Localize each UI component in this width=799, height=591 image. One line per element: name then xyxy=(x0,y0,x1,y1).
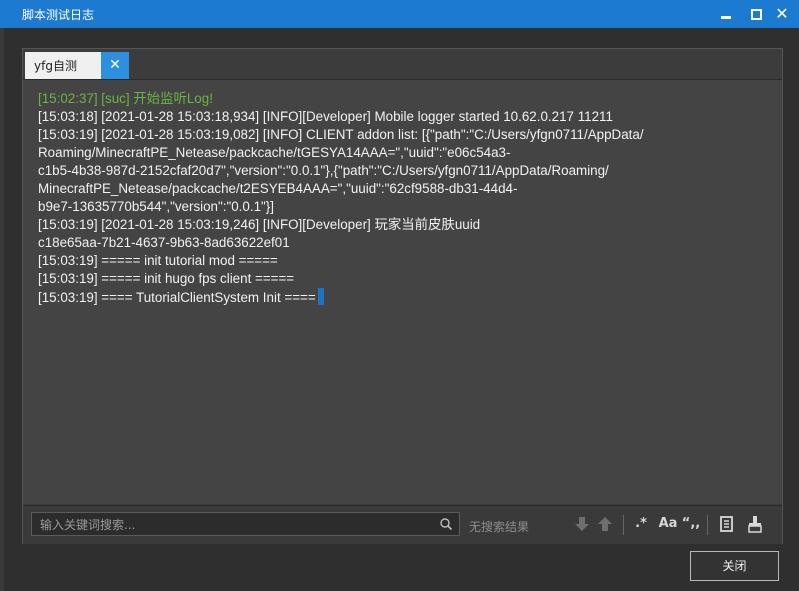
maximize-icon[interactable] xyxy=(746,4,766,24)
log-line: [15:03:19] ===== init hugo fps client ==… xyxy=(38,271,295,286)
toolbar-divider xyxy=(707,515,708,535)
close-icon[interactable]: ✕ xyxy=(772,4,792,24)
log-line: [15:02:37] [suc] 开始监听Log! xyxy=(38,91,213,106)
log-line-text: [15:03:19] ==== TutorialClientSystem Ini… xyxy=(38,290,316,305)
text-cursor xyxy=(317,288,324,305)
log-line: Roaming/MinecraftPE_Netease/packcache/tG… xyxy=(38,145,511,160)
toolbar-divider xyxy=(623,515,624,535)
arrow-down-icon[interactable] xyxy=(572,514,592,534)
log-line: [15:03:18] [2021-01-28 15:03:18,934] [IN… xyxy=(38,109,613,124)
arrow-up-icon[interactable] xyxy=(595,514,615,534)
search-icon[interactable] xyxy=(439,517,453,531)
tab-close-icon[interactable]: ✕ xyxy=(101,52,129,79)
minimize-icon[interactable] xyxy=(716,4,736,24)
title-bar: 脚本测试日志 ✕ xyxy=(0,0,799,28)
match-case-toggle[interactable]: Aa xyxy=(656,514,680,534)
tab-label: yfg自测 xyxy=(34,59,77,73)
clear-broom-icon[interactable] xyxy=(745,514,765,534)
search-input[interactable] xyxy=(38,515,432,535)
log-line-last: [15:03:19] ==== TutorialClientSystem Ini… xyxy=(38,288,324,307)
log-line: [15:03:19] [2021-01-28 15:03:19,246] [IN… xyxy=(38,217,481,232)
log-line: MinecraftPE_Netease/packcache/t2ESYEB4AA… xyxy=(38,181,518,196)
search-box[interactable] xyxy=(31,512,460,536)
whole-word-toggle[interactable]: “,, xyxy=(680,514,702,534)
log-output[interactable]: [15:02:37] [suc] 开始监听Log! [15:03:18] [20… xyxy=(23,80,782,504)
close-button[interactable]: 关闭 xyxy=(690,551,779,581)
regex-toggle[interactable]: .* xyxy=(631,514,651,534)
log-line: c1b5-4b38-987d-2152cfaf20d7","version":"… xyxy=(38,163,609,178)
log-panel: yfg自测 ✕ [15:02:37] [suc] 开始监听Log! [15:03… xyxy=(22,48,783,544)
tab-yfg[interactable]: yfg自测 ✕ xyxy=(25,52,129,79)
log-line: [15:03:19] ===== init tutorial mod ===== xyxy=(38,253,278,268)
window-edge xyxy=(0,28,4,591)
search-result-status: 无搜索结果 xyxy=(469,520,530,534)
window-title: 脚本测试日志 xyxy=(22,8,95,22)
copy-icon[interactable] xyxy=(717,514,737,534)
log-line: b9e7-13635770b544","version":"0.0.1"}] xyxy=(38,199,274,214)
log-line: [15:03:19] [2021-01-28 15:03:19,082] [IN… xyxy=(38,127,644,142)
search-bar: 无搜索结果 .* Aa “,, xyxy=(23,505,782,544)
log-line: c18e65aa-7b21-4637-9b63-8ad63622ef01 xyxy=(38,235,290,250)
tab-bar: yfg自测 ✕ xyxy=(23,49,782,80)
